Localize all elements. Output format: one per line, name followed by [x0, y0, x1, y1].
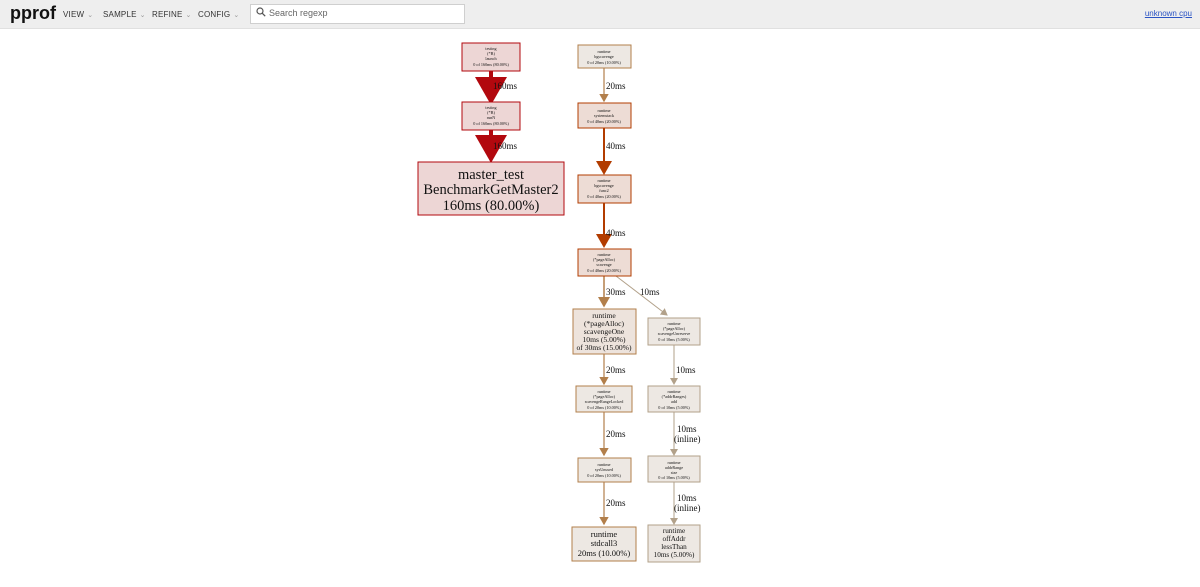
edge-label: 30ms	[606, 287, 626, 297]
node-offAddr-lessThan[interactable]: runtime offAddr lessThan 10ms (5.00%)	[647, 524, 701, 563]
edge-rangeLocked-sysUnused[interactable]: 20ms	[599, 412, 626, 457]
edge-label: 10ms	[640, 287, 660, 297]
edge-func2-scavenge[interactable]: 40ms	[596, 203, 626, 248]
node-line: 20ms (10.00%)	[578, 548, 631, 558]
node-line: master_test	[458, 167, 524, 183]
edge-unreserve-add[interactable]: 10ms	[670, 345, 696, 385]
sample-type-link[interactable]: unknown cpu	[1145, 9, 1192, 18]
node-line: launch	[485, 56, 497, 61]
node-testing-runN[interactable]: testing (*B) runN 0 of 160ms (80.00%)	[461, 101, 521, 131]
edge-launch-runN[interactable]: 160ms	[475, 71, 518, 105]
menu-view[interactable]: VIEW ⌄	[63, 10, 93, 19]
top-toolbar: pprof VIEW⌄ SAMPLE⌄ REFINE⌄ CONFIG⌄ unkn…	[0, 0, 1200, 29]
chevron-down-icon: ⌄	[87, 12, 94, 19]
search-icon	[256, 7, 266, 17]
chevron-down-icon: ⌄	[185, 12, 192, 19]
node-line: sysUnused	[595, 467, 614, 472]
node-stdcall3[interactable]: runtime stdcall3 20ms (10.00%)	[571, 526, 637, 562]
menu-refine[interactable]: REFINE ⌄	[152, 10, 192, 19]
menu-refine-label: REFINE	[152, 10, 183, 19]
node-line: 0 of 40ms (20.00%)	[587, 119, 621, 124]
menu-config-label: CONFIG	[198, 10, 231, 19]
node-scavengeOne[interactable]: runtime (*pageAlloc) scavengeOne 10ms (5…	[572, 308, 637, 355]
node-bgscavenge[interactable]: runtime bgscavenge 0 of 20ms (10.00%)	[577, 44, 632, 69]
edge-label: 40ms	[606, 141, 626, 151]
node-line: 0 of 10ms (5.00%)	[658, 337, 690, 342]
node-sysUnused[interactable]: runtime sysUnused 0 of 20ms (10.00%)	[577, 457, 632, 483]
node-line: of 30ms (15.00%)	[576, 343, 632, 352]
edge-label-line-1: 10ms	[677, 493, 697, 503]
menu-sample-label: SAMPLE	[103, 10, 137, 19]
node-systemstack[interactable]: runtime systemstack 0 of 40ms (20.00%)	[577, 102, 632, 129]
edge-label: 20ms	[606, 365, 626, 375]
edge-label: 160ms	[493, 141, 518, 151]
edge-bgscavenge-systemstack[interactable]: 20ms	[599, 68, 626, 103]
edge-add-size[interactable]: 10ms (inline)	[670, 412, 701, 456]
node-line: systemstack	[594, 113, 615, 118]
node-line: 0 of 20ms (10.00%)	[587, 60, 621, 65]
node-line: add	[671, 399, 678, 404]
node-line: scavengeRangeLocked	[585, 399, 625, 404]
menu-sample[interactable]: SAMPLE ⌄	[103, 10, 146, 19]
edge-label: 20ms	[606, 429, 626, 439]
search-input[interactable]	[269, 6, 459, 20]
edge-label-line-2: (inline)	[674, 503, 701, 513]
edge-size-lessThan[interactable]: 10ms (inline)	[670, 482, 701, 525]
node-testing-launch[interactable]: testing (*B) launch 0 of 160ms (80.00%)	[461, 42, 521, 72]
edge-scavengeOne-rangeLocked[interactable]: 20ms	[599, 354, 626, 386]
menu-config[interactable]: CONFIG ⌄	[198, 10, 239, 19]
node-line: BenchmarkGetMaster2	[423, 182, 558, 198]
node-line: 0 of 160ms (80.00%)	[473, 62, 509, 67]
node-line: func2	[599, 188, 609, 193]
node-line: stdcall3	[591, 538, 617, 548]
edge-systemstack-func2[interactable]: 40ms	[596, 128, 626, 175]
chevron-down-icon: ⌄	[233, 12, 240, 19]
node-line: runtime	[663, 527, 685, 535]
node-line: lessThan	[661, 543, 687, 551]
node-scavengeRangeLocked[interactable]: runtime (*pageAlloc) scavengeRangeLocked…	[575, 385, 633, 413]
node-line: 0 of 40ms (20.00%)	[587, 194, 621, 199]
edge-runN-master[interactable]: 160ms	[475, 130, 518, 163]
node-addrRanges-add[interactable]: runtime (*addrRanges) add 0 of 10ms (5.0…	[647, 385, 701, 413]
call-graph[interactable]: 160ms 160ms 20ms 40ms 40ms 30ms 10ms 20m…	[0, 28, 1200, 587]
node-addrRange-size[interactable]: runtime addrRange size 0 of 10ms (5.00%)	[647, 455, 701, 483]
node-line: 0 of 20ms (10.00%)	[587, 405, 621, 410]
node-master-test[interactable]: master_test BenchmarkGetMaster2 160ms (8…	[417, 161, 565, 216]
edge-label-line-1: 10ms	[677, 424, 697, 434]
edge-sysUnused-stdcall3[interactable]: 20ms	[599, 482, 626, 526]
node-line: 0 of 10ms (5.00%)	[658, 475, 690, 480]
node-line: 0 of 160ms (80.00%)	[473, 121, 509, 126]
node-line: runN	[487, 115, 496, 120]
edge-label: 160ms	[493, 81, 518, 91]
app-logo[interactable]: pprof	[10, 3, 56, 24]
edge-label: 20ms	[606, 498, 626, 508]
edge-label-line-2: (inline)	[674, 434, 701, 444]
node-line: offAddr	[662, 535, 686, 543]
node-scavenge[interactable]: runtime (*pageAlloc) scavenge 0 of 40ms …	[577, 248, 632, 277]
edge-label: 20ms	[606, 81, 626, 91]
node-line: scavengeUnreserve	[658, 331, 691, 336]
node-line: 0 of 10ms (5.00%)	[658, 405, 690, 410]
search-box[interactable]	[250, 4, 465, 24]
node-line: 0 of 40ms (20.00%)	[587, 268, 621, 273]
edge-label: 40ms	[606, 228, 626, 238]
node-bgscavenge-func2[interactable]: runtime bgscavenge func2 0 of 40ms (20.0…	[577, 174, 632, 204]
node-line: 0 of 20ms (10.00%)	[587, 473, 621, 478]
node-line: bgscavenge	[594, 54, 614, 59]
node-scavengeUnreserve[interactable]: runtime (*pageAlloc) scavengeUnreserve 0…	[647, 317, 701, 346]
node-line: 160ms (80.00%)	[443, 198, 540, 214]
node-line: scavenge	[596, 262, 611, 267]
menu-view-label: VIEW	[63, 10, 85, 19]
node-line: 10ms (5.00%)	[654, 551, 695, 559]
edge-label: 10ms	[676, 365, 696, 375]
chevron-down-icon: ⌄	[139, 12, 146, 19]
